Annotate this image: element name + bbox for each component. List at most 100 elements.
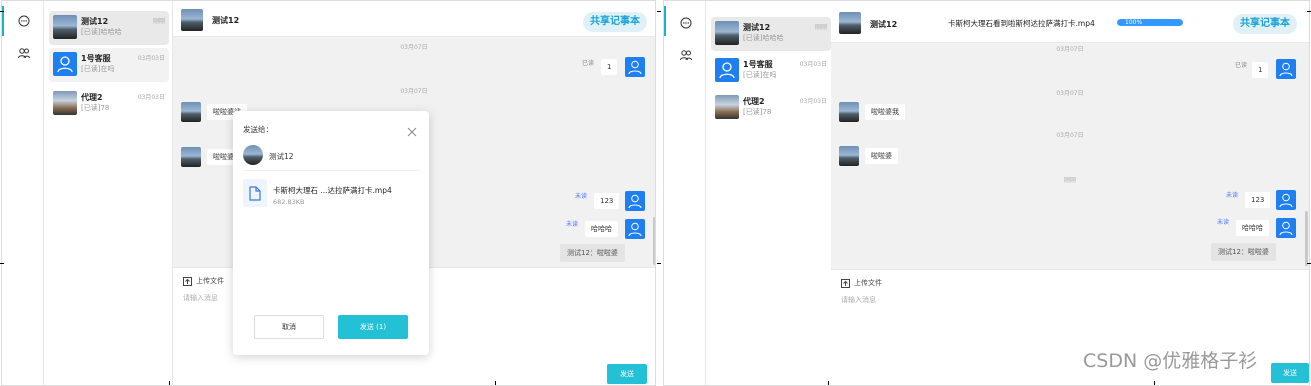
crop-mark xyxy=(657,11,661,12)
contact-name: 测试12 xyxy=(743,23,771,32)
message-bubble: 哈哈哈 xyxy=(1236,220,1269,236)
chat-bubble-icon[interactable] xyxy=(678,15,694,31)
message-input[interactable]: 请输入消息 xyxy=(841,295,876,305)
read-status: 已读 xyxy=(582,60,595,67)
chat-header: 测试12 共享记事本 xyxy=(173,1,655,37)
left-chat-window: 测试12 [已读]哈哈哈 刚刚 1号客服 [已读]在吗 03月03日 代理2 [… xyxy=(1,0,656,386)
message-bubble: 1 xyxy=(601,59,618,75)
divider xyxy=(243,170,419,171)
dialog-title: 发送给： xyxy=(243,125,273,134)
contact-last-message: [已读]78 xyxy=(81,104,110,112)
conversation-item[interactable]: 测试12 [已读]哈哈哈 刚刚 xyxy=(711,17,831,51)
shared-notebook-button[interactable]: 共享记事本 xyxy=(1233,14,1297,34)
recipient-avatar xyxy=(243,145,263,165)
message-bubble: 1 xyxy=(1252,62,1269,78)
conversation-item[interactable]: 代理2 [已读]78 03月03日 xyxy=(49,87,169,121)
upload-file-button[interactable]: 上传文件 xyxy=(183,276,224,286)
quoted-message: 测试12：啦啦婆 xyxy=(1211,243,1276,261)
nav-rail xyxy=(2,1,44,385)
user-avatar-icon xyxy=(1276,59,1296,79)
message-bubble: 123 xyxy=(594,193,620,209)
crop-mark xyxy=(1154,381,1155,385)
crop-mark xyxy=(657,263,661,264)
upload-icon xyxy=(183,276,192,286)
contact-avatar xyxy=(839,146,859,166)
contact-date: 刚刚 xyxy=(814,24,827,31)
upload-file-button[interactable]: 上传文件 xyxy=(841,278,882,288)
rail-active-indicator xyxy=(664,6,666,36)
right-chat-window: 测试12 [已读]哈哈哈 刚刚 1号客服 [已读]在吗 03月03日 代理2 [… xyxy=(663,0,1310,386)
timestamp: 刚刚 xyxy=(1063,177,1076,184)
upload-progress-label: 100% xyxy=(1125,19,1143,26)
message-bubble: 123 xyxy=(1245,192,1271,208)
scrollbar[interactable] xyxy=(1305,211,1308,266)
send-button[interactable]: 发送 xyxy=(1271,363,1309,383)
upload-label: 上传文件 xyxy=(196,277,224,285)
recipient-name: 测试12 xyxy=(269,152,294,161)
contact-date: 03月03日 xyxy=(799,61,827,68)
conversation-item[interactable]: 代理2 [已读]78 03月03日 xyxy=(711,91,831,125)
crop-mark xyxy=(828,381,829,385)
shared-notebook-button[interactable]: 共享记事本 xyxy=(583,12,647,32)
timestamp: 03月07日 xyxy=(1056,132,1084,139)
user-avatar-icon xyxy=(625,191,645,211)
contact-avatar xyxy=(53,15,77,39)
contact-name: 代理2 xyxy=(81,93,103,102)
crop-mark xyxy=(1307,263,1311,264)
contact-last-message: [已读]哈哈哈 xyxy=(81,28,122,36)
contact-name: 代理2 xyxy=(743,97,765,106)
unread-status: 未读 xyxy=(1226,192,1239,199)
upload-label: 上传文件 xyxy=(854,279,882,287)
contacts-icon[interactable] xyxy=(678,47,694,63)
chat-avatar xyxy=(181,9,203,31)
crop-mark xyxy=(0,263,4,264)
user-avatar-icon xyxy=(53,52,77,76)
contact-last-message: [已读]哈哈哈 xyxy=(743,34,784,42)
crop-mark xyxy=(0,11,4,12)
upload-icon xyxy=(841,278,850,288)
send-file-dialog: 发送给： 测试12 卡斯柯大理石 ...达拉萨满打卡.mp4 682.83KB … xyxy=(233,111,429,355)
conversation-list: 测试12 [已读]哈哈哈 刚刚 1号客服 [已读]在吗 03月03日 代理2 [… xyxy=(45,1,173,385)
timestamp: 03月07日 xyxy=(400,88,428,95)
chat-header: 测试12 卡斯柯大理石看到啦斯柯达拉萨满打卡.mp4 100% 共享记事本 xyxy=(831,1,1309,43)
cancel-button[interactable]: 取消 xyxy=(254,315,324,339)
unread-status: 未读 xyxy=(566,221,579,228)
contact-name: 1号客服 xyxy=(81,54,111,63)
contact-date: 03月03日 xyxy=(799,98,827,105)
contact-last-message: [已读]在吗 xyxy=(743,71,777,79)
send-button[interactable]: 发送 (1) xyxy=(338,315,408,339)
conversation-item[interactable]: 1号客服 [已读]在吗 03月03日 xyxy=(49,48,169,82)
unread-status: 未读 xyxy=(575,193,588,200)
conversation-item[interactable]: 1号客服 [已读]在吗 03月03日 xyxy=(711,54,831,88)
contacts-icon[interactable] xyxy=(16,45,32,61)
message-bubble: 啦啦婆 xyxy=(865,148,898,164)
close-icon[interactable] xyxy=(407,122,417,137)
contact-avatar xyxy=(181,102,201,122)
contact-last-message: [已读]78 xyxy=(743,108,772,116)
contact-date: 03月03日 xyxy=(137,55,165,62)
user-avatar-icon xyxy=(625,219,645,239)
nav-rail xyxy=(664,1,706,385)
timestamp: 03月07日 xyxy=(400,44,428,51)
crop-mark xyxy=(169,381,170,385)
contact-date: 刚刚 xyxy=(152,18,165,25)
chat-bubble-icon[interactable] xyxy=(16,13,32,29)
send-button[interactable]: 发送 xyxy=(607,364,647,384)
timestamp: 03月07日 xyxy=(1056,46,1084,53)
user-avatar-icon xyxy=(1276,190,1296,210)
user-avatar-icon xyxy=(625,57,645,77)
message-input[interactable]: 请输入消息 xyxy=(183,293,218,303)
contact-name: 测试12 xyxy=(81,17,109,26)
file-icon xyxy=(243,179,267,207)
user-avatar-icon xyxy=(715,58,739,82)
unread-status: 未读 xyxy=(1217,219,1230,226)
conversation-item[interactable]: 测试12 [已读]哈哈哈 刚刚 xyxy=(49,11,169,45)
scrollbar[interactable] xyxy=(653,217,655,265)
contact-avatar xyxy=(53,91,77,115)
chat-title: 测试12 xyxy=(212,16,240,25)
conversation-list: 测试12 [已读]哈哈哈 刚刚 1号客服 [已读]在吗 03月03日 代理2 [… xyxy=(707,1,835,385)
quoted-message: 测试12：啦啦婆 xyxy=(560,244,625,262)
contact-avatar xyxy=(715,21,739,45)
chat-title: 测试12 xyxy=(870,20,898,29)
crop-mark xyxy=(495,381,496,385)
